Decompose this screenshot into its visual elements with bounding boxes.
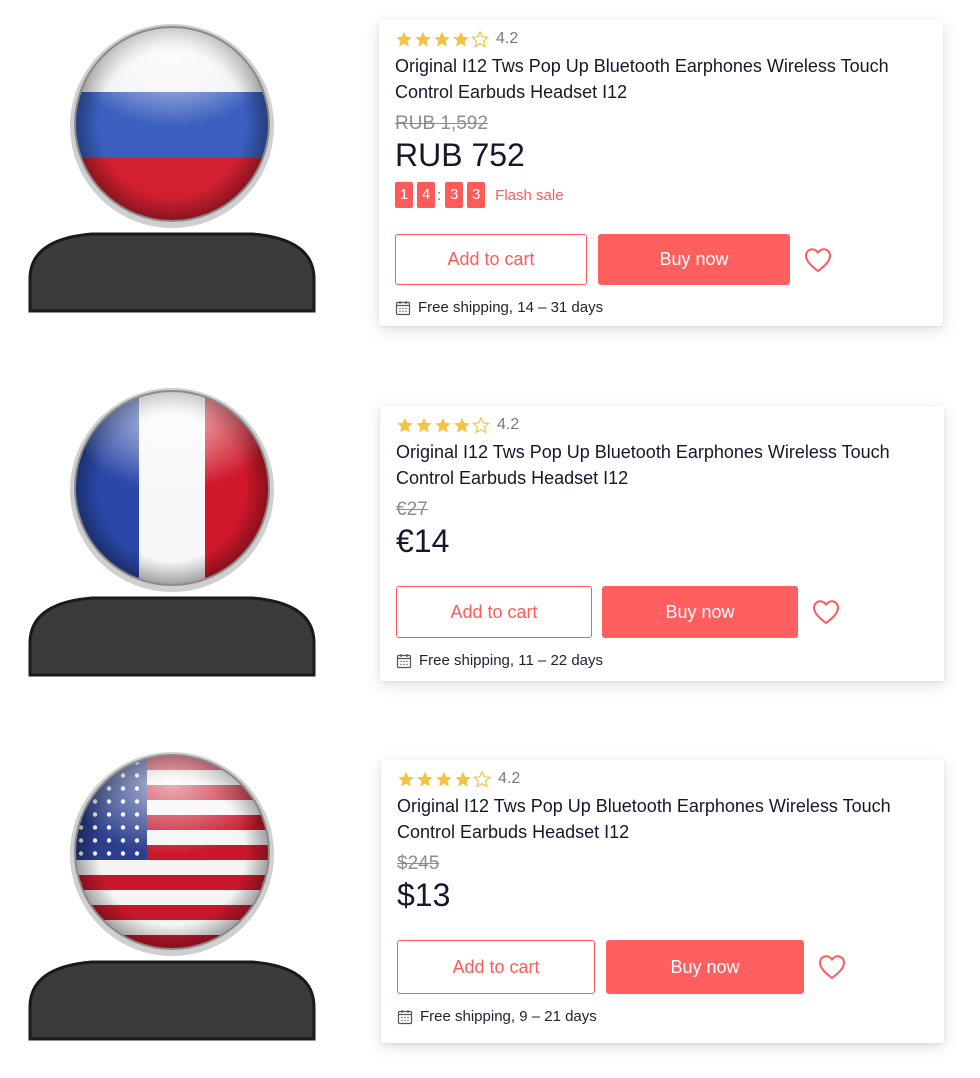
original-price: RUB 1,592 [395,113,488,134]
star-filled-icon [417,771,433,787]
countdown-digit: 3 [467,182,486,208]
france-flag-icon [28,388,316,677]
countdown-separator: : [437,186,442,204]
original-price: $245 [397,853,440,874]
wishlist-heart-icon[interactable] [818,954,846,980]
star-filled-icon [416,417,432,433]
rating-value: 4.2 [497,416,520,433]
card-actions: Add to cart Buy now [397,940,928,994]
russia-flag-icon [28,24,316,313]
wishlist-heart-icon[interactable] [812,599,840,625]
product-card: 4.2 Original I12 Tws Pop Up Bluetooth Ea… [380,406,944,681]
product-title[interactable]: Original I12 Tws Pop Up Bluetooth Earpho… [396,439,926,491]
star-filled-icon [398,771,414,787]
sale-price: €14 [396,523,450,559]
buy-now-button[interactable]: Buy now [598,234,790,285]
flash-sale-countdown: 1 4 : 3 3 Flash sale [395,182,927,208]
star-empty-icon [473,770,491,788]
shipping-info: Free shipping, 9 – 21 days [397,1008,928,1025]
original-price: €27 [396,499,428,520]
shipping-text: Free shipping, 11 – 22 days [419,652,604,669]
sale-price: $13 [397,877,451,913]
usa-flag-icon [28,752,316,1041]
star-filled-icon [434,31,450,47]
product-row-usa: 4.2 Original I12 Tws Pop Up Bluetooth Ea… [0,740,980,1070]
rating-stars [396,416,491,434]
card-actions: Add to cart Buy now [395,234,927,285]
rating-value: 4.2 [498,770,521,787]
buy-now-button[interactable]: Buy now [606,940,804,994]
star-empty-icon [472,416,490,434]
product-row-russia: 4.2 Original I12 Tws Pop Up Bluetooth Ea… [0,0,980,360]
buy-now-button[interactable]: Buy now [602,586,798,638]
rating: 4.2 [397,768,928,790]
product-card: 4.2 Original I12 Tws Pop Up Bluetooth Ea… [381,760,944,1043]
calendar-icon [397,1009,413,1024]
rating: 4.2 [395,28,927,50]
star-filled-icon [396,31,412,47]
rating-value: 4.2 [496,30,519,47]
calendar-icon [396,653,412,668]
card-actions: Add to cart Buy now [396,586,928,638]
star-filled-icon [397,417,413,433]
flash-sale-label: Flash sale [495,186,564,204]
countdown-digit: 3 [445,182,464,208]
user-avatar-russia [22,24,322,324]
star-empty-icon [471,30,489,48]
product-title[interactable]: Original I12 Tws Pop Up Bluetooth Earpho… [395,53,925,105]
user-avatar-france [22,388,322,688]
sale-price: RUB 752 [395,137,525,173]
shipping-text: Free shipping, 14 – 31 days [418,299,604,316]
rating-stars [397,770,492,788]
add-to-cart-button[interactable]: Add to cart [396,586,592,638]
product-row-france: 4.2 Original I12 Tws Pop Up Bluetooth Ea… [0,380,980,700]
star-filled-icon [415,31,431,47]
wishlist-heart-icon[interactable] [804,247,832,273]
shipping-text: Free shipping, 9 – 21 days [420,1008,597,1025]
countdown-digit: 1 [395,182,413,208]
user-avatar-usa [22,752,322,1052]
countdown-digit: 4 [417,182,435,208]
product-title[interactable]: Original I12 Tws Pop Up Bluetooth Earpho… [397,793,927,845]
rating-stars [395,30,490,48]
rating: 4.2 [396,414,928,436]
star-filled-icon [436,771,452,787]
add-to-cart-button[interactable]: Add to cart [395,234,587,285]
star-filled-icon [453,31,469,47]
star-filled-icon [454,417,470,433]
star-filled-icon [455,771,471,787]
product-card: 4.2 Original I12 Tws Pop Up Bluetooth Ea… [379,20,943,326]
shipping-info: Free shipping, 14 – 31 days [395,299,927,316]
star-filled-icon [435,417,451,433]
add-to-cart-button[interactable]: Add to cart [397,940,595,994]
shipping-info: Free shipping, 11 – 22 days [396,652,928,669]
calendar-icon [395,300,411,315]
